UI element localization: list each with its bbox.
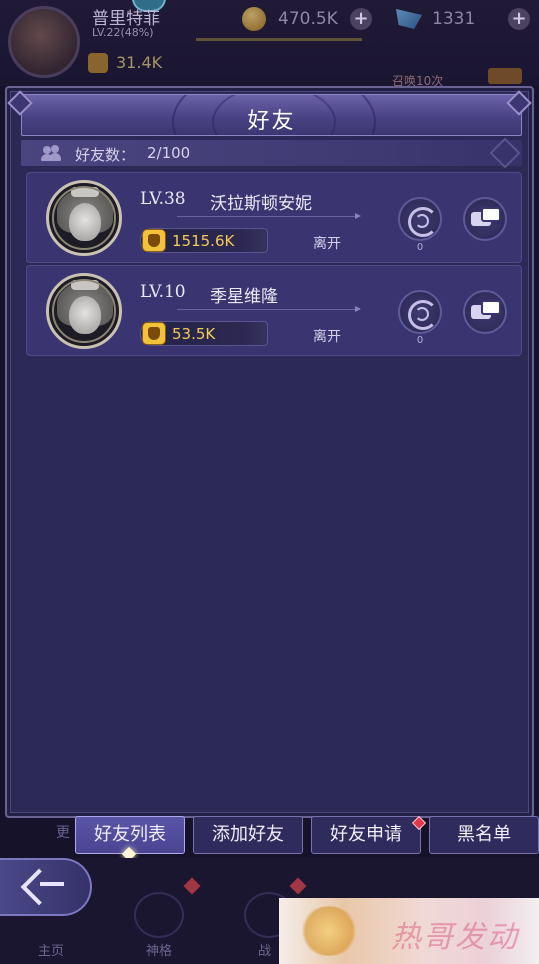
fist-icon (88, 53, 108, 73)
gem-value: 1331 (432, 9, 476, 29)
friend-count-label: 好友数： (75, 146, 136, 164)
gold-resource: 470.5K + (238, 6, 374, 32)
send-stamina-button[interactable] (398, 290, 442, 334)
chat-bubble-icon (481, 207, 501, 222)
friend-level: LV.38 (140, 189, 186, 209)
gold-coin-icon (242, 7, 266, 31)
ad-text: 热哥发动 (391, 920, 519, 955)
friend-tabs: 更 好友列表 添加好友 好友申请 黑名单 (0, 812, 539, 862)
player-power: 31.4K (84, 50, 214, 78)
panel-header: 好友 (21, 94, 522, 136)
send-stamina-button[interactable] (398, 197, 442, 241)
friend-count-bar: 好友数： 2/100 (21, 137, 522, 169)
chat-bubble-icon (481, 300, 501, 315)
tab-add-friend[interactable]: 添加好友 (193, 816, 303, 854)
nav-divinity[interactable]: 神格 (146, 940, 172, 959)
friend-level: LV.10 (140, 282, 186, 302)
friend-row[interactable]: LV.10 季星维隆 53.5K 离开 0 (26, 265, 522, 356)
more-label: 更 (56, 825, 70, 841)
tab-friend-requests[interactable]: 好友申请 (311, 816, 421, 854)
friends-icon (41, 145, 61, 161)
fist-icon (142, 229, 166, 252)
friend-row[interactable]: LV.38 沃拉斯顿安妮 1515.6K 离开 0 (26, 172, 522, 263)
friend-name: 沃拉斯顿安妮 (210, 194, 312, 214)
top-hud: 普里特菲 LV.22(48%) 470.5K + 1331 + 31.4K 召唤… (0, 0, 539, 88)
player-power-value: 31.4K (116, 53, 163, 72)
gift-count: 0 (416, 242, 424, 253)
summon-button[interactable] (488, 68, 522, 84)
gift-count: 0 (416, 335, 424, 346)
add-gem-button[interactable]: + (508, 8, 530, 30)
player-avatar[interactable] (8, 6, 80, 78)
friend-avatar[interactable] (46, 180, 122, 256)
gem-resource: 1331 + (392, 6, 532, 32)
ad-banner[interactable]: 热哥发动 (279, 898, 539, 964)
friend-power-value: 53.5K (172, 325, 216, 343)
panel-title: 好友 (247, 109, 296, 134)
friend-status: 离开 (313, 329, 341, 345)
tab-blacklist[interactable]: 黑名单 (429, 816, 539, 854)
friend-count-value: 2/100 (147, 144, 191, 162)
back-button[interactable] (0, 858, 92, 916)
nav-battle[interactable]: 战 (258, 940, 271, 959)
divinity-emblem-icon[interactable] (134, 892, 184, 938)
gem-icon (396, 9, 422, 29)
divider-arrow (177, 306, 361, 312)
friend-power: 53.5K (140, 321, 268, 346)
fist-icon (142, 322, 166, 345)
friend-status: 离开 (313, 236, 341, 252)
divider-arrow (177, 213, 361, 219)
chat-button[interactable] (463, 290, 507, 334)
chat-button[interactable] (463, 197, 507, 241)
friend-name: 季星维隆 (210, 287, 278, 307)
gold-value: 470.5K (278, 9, 338, 29)
nav-home[interactable]: 主页 (38, 940, 64, 959)
friend-avatar[interactable] (46, 273, 122, 349)
friend-power-value: 1515.6K (172, 232, 235, 250)
exp-bar (196, 38, 362, 41)
friends-panel: 好友 好友数： 2/100 LV.38 沃拉斯顿安妮 1515.6K 离开 0 (5, 86, 534, 818)
player-level: LV.22(48%) (92, 26, 154, 39)
add-gold-button[interactable]: + (350, 8, 372, 30)
friend-power: 1515.6K (140, 228, 268, 253)
diamond-ornament-icon (489, 137, 521, 169)
